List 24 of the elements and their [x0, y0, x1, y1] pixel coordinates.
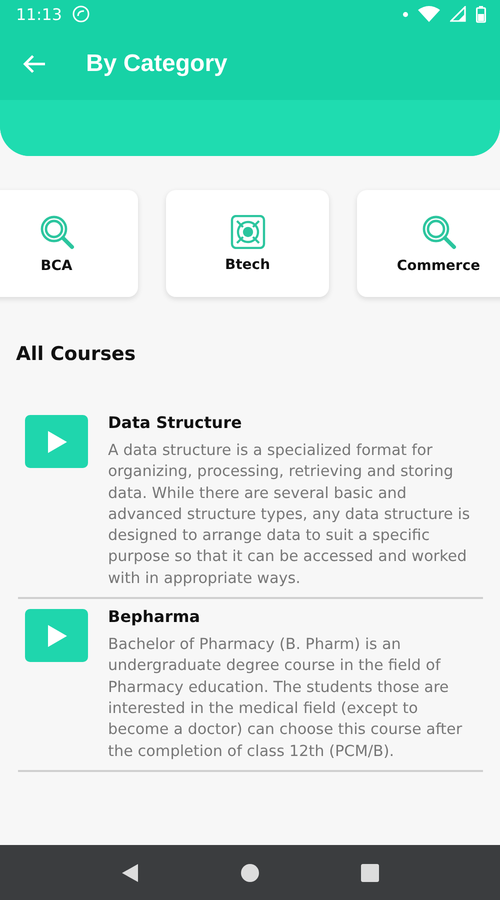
- category-label: Commerce: [396, 258, 480, 274]
- section-title: All Courses: [16, 343, 137, 365]
- course-description: A data structure is a specialized format for organizing, processing, retrieving and storing data. While there are several basic and advanced structure types, any data structure is designed to arrange data to suit a specific purpose so that it can be accessed and worked with in appropriate ways.: [108, 440, 471, 589]
- back-icon[interactable]: [120, 862, 140, 882]
- screen-title: By Category: [86, 50, 228, 78]
- course-title: Data Structure: [108, 413, 243, 432]
- category-label: BCA: [40, 258, 72, 274]
- target-icon: [228, 214, 266, 248]
- course-title: Bepharma: [108, 607, 202, 626]
- home-icon[interactable]: [240, 862, 260, 882]
- sync-icon: [72, 5, 90, 23]
- play-icon: [46, 430, 68, 454]
- category-card[interactable]: Commerce: [357, 190, 500, 297]
- course-description: Bachelor of Pharmacy (B. Pharm) is an undergraduate degree course in the field of Pharmacy education. The students those are interested in the medical field (except to become a doctor) can choose this course after the completion of class 12th (PCM/B).: [108, 634, 464, 762]
- battery-icon: [476, 6, 486, 22]
- dot-icon: [403, 12, 408, 16]
- status-time: 11:13: [16, 4, 62, 24]
- signal-icon: [450, 6, 466, 22]
- category-label: Btech: [224, 256, 270, 272]
- play-icon: [46, 624, 68, 648]
- recents-icon[interactable]: [360, 862, 380, 882]
- category-card[interactable]: BCA: [0, 190, 138, 297]
- wifi-icon: [418, 6, 440, 22]
- category-card[interactable]: Btech: [166, 190, 329, 297]
